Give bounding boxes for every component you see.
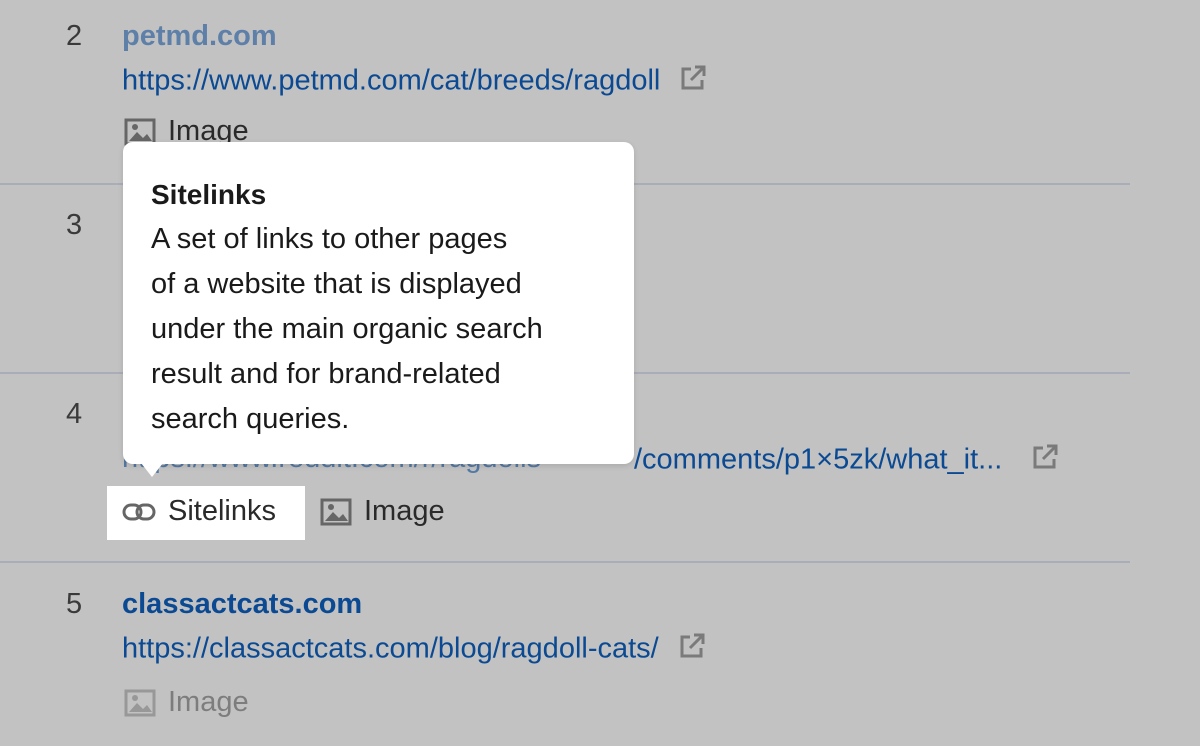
rank-number: 4 [66, 398, 83, 430]
tooltip-arrow [141, 463, 163, 477]
sitelinks-tooltip: Sitelinks A set of links to other pages … [123, 142, 634, 464]
feature-label: Image [168, 686, 249, 718]
result-domain[interactable]: classactcats.com [122, 588, 362, 621]
tooltip-line: search queries. [151, 403, 350, 435]
rank-number: 2 [66, 20, 83, 52]
feature-image: Image [320, 495, 445, 528]
feature-label[interactable]: Sitelinks [168, 495, 276, 528]
external-link-icon[interactable] [677, 631, 707, 669]
result-url-text[interactable]: /comments/p1×5zk/what_it... [634, 444, 1002, 476]
tooltip-line: A set of links to other pages [151, 223, 508, 255]
tooltip-line: of a website that is displayed [151, 268, 522, 300]
result-url[interactable]: https://classactcats.com/blog/ragdoll-ca… [122, 631, 707, 669]
rank-number: 3 [66, 209, 83, 241]
result-url-text[interactable]: https://www.petmd.com/cat/breeds/ragdoll [122, 65, 660, 97]
image-icon [124, 689, 156, 716]
link-icon [122, 503, 156, 520]
tooltip-line: result and for brand-related [151, 358, 501, 390]
feature-sitelinks[interactable]: Sitelinks [122, 495, 276, 528]
feature-label: Image [364, 495, 445, 527]
external-link-icon[interactable] [678, 63, 708, 101]
result-url-text[interactable]: https://classactcats.com/blog/ragdoll-ca… [122, 633, 659, 665]
tooltip-title: Sitelinks [151, 179, 267, 210]
result-domain[interactable]: petmd.com [122, 20, 277, 53]
tooltip-line: under the main organic search [151, 313, 543, 345]
rank-number: 5 [66, 588, 83, 620]
row-divider [0, 561, 1130, 563]
image-icon [320, 498, 352, 525]
external-link-icon[interactable] [1030, 442, 1060, 480]
result-url[interactable]: /comments/p1×5zk/what_it... [634, 442, 1060, 480]
feature-image: Image [124, 686, 249, 719]
result-url[interactable]: https://www.petmd.com/cat/breeds/ragdoll [122, 63, 708, 101]
